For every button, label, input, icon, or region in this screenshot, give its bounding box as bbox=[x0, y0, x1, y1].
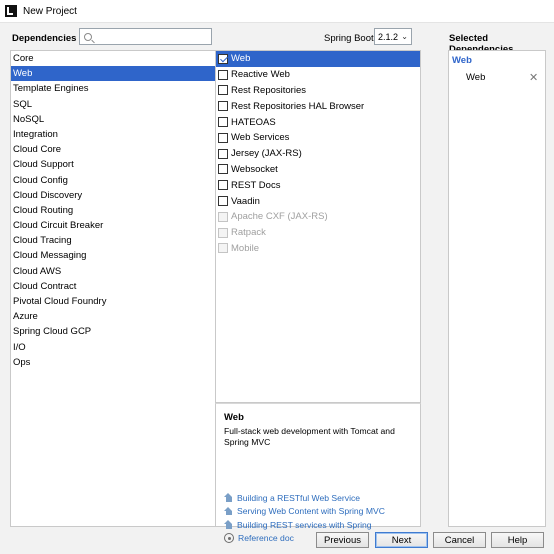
previous-button[interactable]: Previous bbox=[316, 532, 369, 548]
dependency-checkbox[interactable] bbox=[218, 164, 228, 175]
selected-dependencies-panel: Web Web ✕ bbox=[448, 50, 546, 527]
guide-link-label: Serving Web Content with Spring MVC bbox=[237, 506, 385, 517]
category-list: Core Web Template Engines SQL NoSQL Integrati… bbox=[10, 50, 216, 527]
category-item[interactable]: I/O bbox=[11, 340, 215, 355]
description-panel: Web Full-stack web development with Tomc… bbox=[215, 403, 421, 544]
previous-button-label: Previous bbox=[324, 534, 361, 546]
category-item[interactable]: Cloud Circuit Breaker bbox=[11, 218, 215, 233]
home-icon bbox=[224, 520, 233, 529]
dependency-item[interactable]: Websocket bbox=[216, 162, 420, 178]
category-item[interactable]: Cloud Messaging bbox=[11, 248, 215, 263]
guide-link-label: Reference doc bbox=[238, 533, 294, 544]
help-button-label: Help bbox=[507, 534, 528, 546]
dependency-item: Apache CXF (JAX-RS) bbox=[216, 209, 420, 225]
category-item[interactable]: Ops bbox=[11, 355, 215, 370]
spring-boot-version-select[interactable]: 2.1.2 ⌄ bbox=[374, 28, 412, 45]
dependency-item[interactable]: Rest Repositories HAL Browser bbox=[216, 98, 420, 114]
category-item[interactable]: Core bbox=[11, 51, 215, 66]
cancel-button[interactable]: Cancel bbox=[433, 532, 486, 548]
intellij-app-icon bbox=[5, 5, 17, 17]
dependency-checkbox[interactable] bbox=[218, 180, 228, 191]
selected-group-label: Web bbox=[452, 55, 472, 66]
home-icon bbox=[224, 506, 233, 516]
category-item[interactable]: Pivotal Cloud Foundry bbox=[11, 294, 215, 309]
dependency-label: Websocket bbox=[231, 163, 278, 175]
dependency-label: Mobile bbox=[231, 242, 259, 254]
search-input[interactable] bbox=[79, 28, 212, 45]
help-button[interactable]: Help bbox=[491, 532, 544, 548]
dependency-item[interactable]: Jersey (JAX-RS) bbox=[216, 146, 420, 162]
doc-icon bbox=[224, 533, 234, 544]
description-text: Full-stack web development with Tomcat a… bbox=[224, 426, 395, 447]
dependency-checkbox[interactable] bbox=[218, 101, 228, 112]
dependency-item: Ratpack bbox=[216, 225, 420, 241]
dependency-item[interactable]: Vaadin bbox=[216, 193, 420, 209]
cancel-button-label: Cancel bbox=[444, 534, 475, 546]
description-title: Web bbox=[224, 412, 244, 423]
home-icon bbox=[224, 493, 233, 502]
spring-boot-version-value: 2.1.2 bbox=[378, 31, 399, 42]
guide-link[interactable]: Serving Web Content with Spring MVC bbox=[224, 505, 385, 519]
category-item[interactable]: Cloud AWS bbox=[11, 264, 215, 279]
dependency-item[interactable]: HATEOAS bbox=[216, 114, 420, 130]
dependency-item: Mobile bbox=[216, 241, 420, 257]
new-project-dialog: Dependencies Spring Boot 2.1.2 ⌄ Selecte… bbox=[0, 22, 554, 554]
dependency-label: Ratpack bbox=[231, 227, 266, 239]
dependency-label: HATEOAS bbox=[231, 116, 276, 128]
category-item[interactable]: Integration bbox=[11, 127, 215, 142]
search-icon bbox=[84, 32, 92, 41]
dependency-checkbox[interactable] bbox=[218, 53, 228, 64]
guide-link[interactable]: Building a RESTful Web Service bbox=[224, 491, 385, 505]
guide-link-label: Building REST services with Spring bbox=[237, 519, 372, 530]
category-item[interactable]: Cloud Config bbox=[11, 173, 215, 188]
dependency-item[interactable]: Web bbox=[216, 51, 420, 67]
dependency-item[interactable]: Web Services bbox=[216, 130, 420, 146]
dependencies-heading: Dependencies bbox=[12, 33, 77, 44]
next-button[interactable]: Next bbox=[375, 532, 428, 548]
category-item[interactable]: Cloud Discovery bbox=[11, 188, 215, 203]
dependency-label: Rest Repositories bbox=[231, 84, 306, 96]
dependency-checkbox[interactable] bbox=[218, 85, 228, 96]
remove-icon[interactable]: ✕ bbox=[529, 71, 538, 84]
dependency-label: Web bbox=[231, 53, 251, 65]
dependency-item[interactable]: Rest Repositories bbox=[216, 83, 420, 99]
dependency-checkbox[interactable] bbox=[218, 69, 228, 80]
guide-link[interactable]: Building REST services with Spring bbox=[224, 518, 385, 532]
guide-link-label: Building a RESTful Web Service bbox=[237, 492, 361, 503]
chevron-down-icon: ⌄ bbox=[401, 32, 408, 41]
dependency-checkbox bbox=[218, 243, 228, 254]
dependency-label: Jersey (JAX-RS) bbox=[231, 148, 302, 160]
dependency-label: Apache CXF (JAX-RS) bbox=[231, 211, 328, 223]
dependency-checkbox[interactable] bbox=[218, 148, 228, 159]
category-item[interactable]: Cloud Contract bbox=[11, 279, 215, 294]
dependency-label: Vaadin bbox=[231, 195, 260, 207]
category-item[interactable]: Cloud Tracing bbox=[11, 233, 215, 248]
spring-boot-label: Spring Boot bbox=[324, 33, 374, 44]
dependency-checkbox[interactable] bbox=[218, 117, 228, 128]
category-item[interactable]: Web bbox=[11, 66, 215, 82]
category-item[interactable]: Cloud Core bbox=[11, 142, 215, 157]
category-item[interactable]: NoSQL bbox=[11, 112, 215, 127]
category-item[interactable]: Spring Cloud GCP bbox=[11, 324, 215, 339]
dependency-checkbox[interactable] bbox=[218, 196, 228, 207]
dependency-checkbox bbox=[218, 211, 228, 222]
dependency-checkbox bbox=[218, 227, 228, 238]
category-item[interactable]: Cloud Routing bbox=[11, 203, 215, 218]
dependency-checkbox[interactable] bbox=[218, 132, 228, 143]
category-item[interactable]: Cloud Support bbox=[11, 157, 215, 172]
selected-item: Web bbox=[466, 72, 486, 83]
title-bar: New Project bbox=[0, 0, 554, 22]
category-item[interactable]: Template Engines bbox=[11, 81, 215, 96]
dependency-label: REST Docs bbox=[231, 179, 281, 191]
next-button-label: Next bbox=[391, 534, 412, 546]
window-title: New Project bbox=[23, 5, 77, 17]
category-item[interactable]: Azure bbox=[11, 309, 215, 324]
dependency-label: Reactive Web bbox=[231, 69, 290, 81]
dependency-item[interactable]: REST Docs bbox=[216, 177, 420, 193]
dependency-label: Rest Repositories HAL Browser bbox=[231, 100, 365, 112]
dependency-label: Web Services bbox=[231, 132, 290, 144]
dependency-item[interactable]: Reactive Web bbox=[216, 67, 420, 83]
category-item[interactable]: SQL bbox=[11, 97, 215, 112]
dependency-list: Web Reactive Web Rest Repositories Rest Rep… bbox=[215, 50, 421, 403]
